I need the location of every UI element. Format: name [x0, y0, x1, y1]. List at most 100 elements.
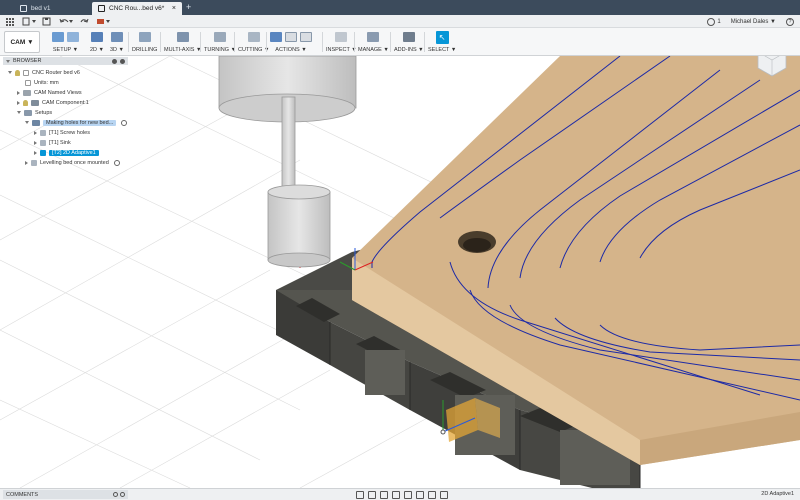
tree-item-screw-holes[interactable]: [T1] Screw holes [34, 128, 90, 137]
browser-panel: BROWSER CNC Router bed v6 Units: mm CAM … [3, 57, 128, 167]
redo-icon[interactable] [80, 16, 89, 27]
operation-icon [40, 129, 46, 136]
operation-icon [40, 149, 46, 156]
expand-icon[interactable] [34, 140, 37, 145]
user-menu[interactable]: Michael Dales ▼ [731, 19, 776, 25]
expand-icon[interactable] [25, 160, 28, 165]
expand-icon[interactable] [17, 111, 21, 114]
tree-item-component[interactable]: CAM Component:1 [17, 98, 89, 107]
add-comment-icon[interactable] [113, 492, 118, 497]
tab-label: CNC Rou...bed v6* [109, 5, 165, 12]
cutting-icon [247, 32, 260, 42]
zoom-icon[interactable] [392, 491, 400, 499]
3d-group[interactable]: 3D ▼ [110, 30, 124, 55]
tree-label: CAM Named Views [34, 89, 82, 96]
operation-icon [40, 139, 46, 146]
comments-panel[interactable]: COMMENTS [3, 490, 128, 499]
actions-label: ACTIONS ▼ [275, 47, 307, 53]
tab-label: bed v1 [31, 5, 51, 12]
panel-close-icon[interactable] [120, 492, 125, 497]
tree-label: CAM Component:1 [42, 99, 89, 106]
tree-item-root[interactable]: CNC Router bed v6 [8, 68, 80, 77]
setup-icon [32, 119, 40, 126]
display-settings-icon[interactable] [416, 491, 424, 499]
pan-hand-icon[interactable] [380, 491, 388, 499]
new-tab-button[interactable]: + [186, 2, 191, 12]
multi-axis-icon [176, 32, 189, 42]
tree-item-named-views[interactable]: CAM Named Views [17, 88, 82, 97]
expand-icon[interactable] [17, 90, 20, 95]
toolbar-divider [390, 32, 391, 52]
tab-cnc-router[interactable]: CNC Rou...bed v6* × [92, 2, 182, 15]
orbit-icon[interactable] [356, 491, 364, 499]
tree-label: [T1] Screw holes [49, 129, 90, 136]
2d-pocket-icon [91, 32, 103, 42]
expand-icon[interactable] [17, 100, 20, 105]
tree-item-levelling[interactable]: Levelling bed once mounted [25, 158, 120, 167]
add-ins-icon [402, 32, 415, 42]
turning-label: TURNING ▼ [204, 47, 237, 53]
setup-group[interactable]: SETUP ▼ [52, 30, 79, 55]
visibility-icon[interactable] [121, 119, 128, 126]
visibility-bulb-icon[interactable] [23, 99, 28, 106]
document-tab-bar: bed v1 CNC Rou...bed v6* × + [0, 0, 800, 15]
tree-label: Setups [35, 109, 53, 116]
expand-icon[interactable] [25, 121, 29, 124]
workspace-switcher[interactable]: CAM ▼ [4, 31, 40, 53]
app-grid-icon[interactable] [6, 16, 14, 27]
look-at-icon[interactable] [368, 491, 376, 499]
visibility-bulb-icon[interactable] [15, 69, 20, 76]
tab-bed-v1[interactable]: bed v1 [14, 2, 90, 15]
viewports-icon[interactable] [440, 491, 448, 499]
visibility-icon[interactable] [113, 159, 120, 166]
inspect-group[interactable]: INSPECT ▼ [326, 30, 357, 55]
toolbar-divider [354, 32, 355, 52]
tree-item-setup-making-holes[interactable]: Making holes for new bed... [25, 118, 128, 127]
panel-close-icon[interactable] [120, 58, 125, 64]
manage-group[interactable]: MANAGE ▼ [358, 30, 389, 55]
grid-settings-icon[interactable] [428, 491, 436, 499]
cutting-group[interactable]: CUTTING ▼ [238, 30, 269, 55]
selection-status: 2D Adaptive1 [761, 491, 794, 497]
3d-label: 3D ▼ [110, 47, 125, 53]
setup-icon [52, 32, 64, 42]
tree-item-2d-adaptive[interactable]: [T2] 2D Adaptive1 [34, 148, 99, 157]
tree-item-sink[interactable]: [T1] Sink [34, 138, 71, 147]
browser-header[interactable]: BROWSER [3, 57, 128, 65]
clock-icon [707, 17, 716, 26]
add-ins-group[interactable]: ADD-INS ▼ [394, 30, 424, 55]
undo-icon[interactable] [59, 16, 73, 27]
tree-item-units[interactable]: Units: mm [25, 78, 59, 87]
expand-icon[interactable] [34, 150, 37, 155]
toolbar-divider [200, 32, 201, 52]
folder-icon [23, 89, 31, 96]
measure-icon [335, 32, 348, 42]
job-status[interactable]: 1 [707, 17, 721, 26]
drilling-group[interactable]: DRILLING [132, 30, 157, 55]
multi-axis-group[interactable]: MULTI-AXIS ▼ [164, 30, 201, 55]
close-tab-icon[interactable]: × [172, 5, 176, 12]
tool-library-icon [367, 32, 380, 42]
turning-icon [214, 32, 227, 42]
manage-label: MANAGE ▼ [358, 47, 389, 53]
units-icon [25, 79, 31, 86]
collapse-icon[interactable] [6, 59, 10, 63]
data-panel-icon[interactable] [96, 16, 110, 27]
2d-group[interactable]: 2D ▼ [90, 30, 104, 55]
inspect-label: INSPECT ▼ [326, 47, 357, 53]
drill-icon [138, 32, 151, 42]
multi-axis-label: MULTI-AXIS ▼ [164, 47, 202, 53]
pin-icon[interactable] [112, 58, 117, 64]
file-menu-icon[interactable] [22, 16, 36, 27]
save-icon[interactable] [42, 16, 51, 27]
actions-group[interactable]: ACTIONS ▼ [270, 30, 312, 55]
help-icon[interactable]: ? [786, 17, 794, 26]
turning-group[interactable]: TURNING ▼ [204, 30, 236, 55]
expand-icon[interactable] [34, 130, 37, 135]
select-arrow-icon: ↖ [435, 30, 449, 44]
expand-icon[interactable] [8, 71, 12, 74]
tree-label-selected: [T2] 2D Adaptive1 [49, 149, 99, 156]
zoom-window-icon[interactable] [404, 491, 412, 499]
tree-item-setups[interactable]: Setups [17, 108, 52, 117]
select-group[interactable]: ↖ SELECT ▼ [428, 30, 456, 55]
